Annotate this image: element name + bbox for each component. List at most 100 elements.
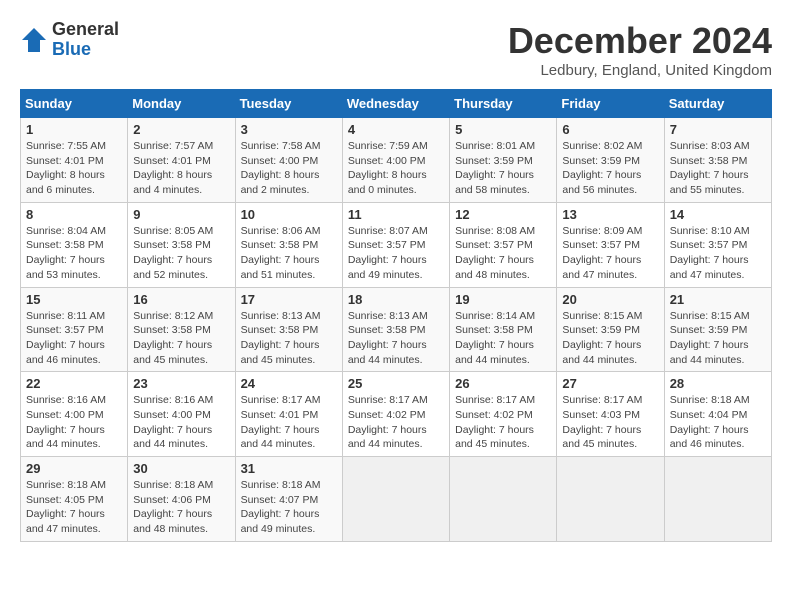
calendar-cell: 23 Sunrise: 8:16 AMSunset: 4:00 PMDaylig… <box>128 372 235 457</box>
day-info: Sunrise: 8:08 AMSunset: 3:57 PMDaylight:… <box>455 225 535 281</box>
day-info: Sunrise: 8:07 AMSunset: 3:57 PMDaylight:… <box>348 225 428 281</box>
location: Ledbury, England, United Kingdom <box>508 62 772 79</box>
day-number: 2 <box>133 122 229 137</box>
weekday-header: Saturday <box>664 90 771 118</box>
logo: General Blue <box>20 20 119 60</box>
logo-blue: Blue <box>52 39 91 59</box>
calendar-cell: 17 Sunrise: 8:13 AMSunset: 3:58 PMDaylig… <box>235 287 342 372</box>
day-number: 28 <box>670 376 766 391</box>
calendar-cell: 22 Sunrise: 8:16 AMSunset: 4:00 PMDaylig… <box>21 372 128 457</box>
calendar-cell: 18 Sunrise: 8:13 AMSunset: 3:58 PMDaylig… <box>342 287 449 372</box>
day-number: 24 <box>241 376 337 391</box>
weekday-header: Thursday <box>450 90 557 118</box>
day-info: Sunrise: 8:18 AMSunset: 4:04 PMDaylight:… <box>670 394 750 450</box>
day-number: 16 <box>133 292 229 307</box>
calendar-cell <box>557 457 664 542</box>
calendar-cell: 15 Sunrise: 8:11 AMSunset: 3:57 PMDaylig… <box>21 287 128 372</box>
day-number: 18 <box>348 292 444 307</box>
day-info: Sunrise: 8:16 AMSunset: 4:00 PMDaylight:… <box>133 394 213 450</box>
day-number: 7 <box>670 122 766 137</box>
calendar-cell: 14 Sunrise: 8:10 AMSunset: 3:57 PMDaylig… <box>664 202 771 287</box>
day-number: 22 <box>26 376 122 391</box>
day-number: 30 <box>133 461 229 476</box>
calendar-cell: 1 Sunrise: 7:55 AMSunset: 4:01 PMDayligh… <box>21 118 128 203</box>
day-info: Sunrise: 8:18 AMSunset: 4:05 PMDaylight:… <box>26 479 106 535</box>
day-number: 6 <box>562 122 658 137</box>
calendar-cell: 24 Sunrise: 8:17 AMSunset: 4:01 PMDaylig… <box>235 372 342 457</box>
day-info: Sunrise: 8:03 AMSunset: 3:58 PMDaylight:… <box>670 140 750 196</box>
weekday-header: Tuesday <box>235 90 342 118</box>
calendar-cell: 11 Sunrise: 8:07 AMSunset: 3:57 PMDaylig… <box>342 202 449 287</box>
calendar-cell <box>664 457 771 542</box>
calendar-cell: 26 Sunrise: 8:17 AMSunset: 4:02 PMDaylig… <box>450 372 557 457</box>
calendar-cell: 30 Sunrise: 8:18 AMSunset: 4:06 PMDaylig… <box>128 457 235 542</box>
calendar-cell: 8 Sunrise: 8:04 AMSunset: 3:58 PMDayligh… <box>21 202 128 287</box>
calendar-cell: 21 Sunrise: 8:15 AMSunset: 3:59 PMDaylig… <box>664 287 771 372</box>
day-number: 12 <box>455 207 551 222</box>
day-number: 5 <box>455 122 551 137</box>
calendar-cell <box>342 457 449 542</box>
calendar-cell: 31 Sunrise: 8:18 AMSunset: 4:07 PMDaylig… <box>235 457 342 542</box>
day-info: Sunrise: 8:05 AMSunset: 3:58 PMDaylight:… <box>133 225 213 281</box>
calendar-header-row: SundayMondayTuesdayWednesdayThursdayFrid… <box>21 90 772 118</box>
day-info: Sunrise: 8:15 AMSunset: 3:59 PMDaylight:… <box>562 310 642 366</box>
day-number: 14 <box>670 207 766 222</box>
month-title: December 2024 <box>508 20 772 62</box>
day-info: Sunrise: 8:04 AMSunset: 3:58 PMDaylight:… <box>26 225 106 281</box>
title-block: December 2024 Ledbury, England, United K… <box>508 20 772 79</box>
day-info: Sunrise: 8:14 AMSunset: 3:58 PMDaylight:… <box>455 310 535 366</box>
page-header: General Blue December 2024 Ledbury, Engl… <box>20 20 772 79</box>
day-number: 20 <box>562 292 658 307</box>
logo-general: General <box>52 19 119 39</box>
calendar-week-row: 29 Sunrise: 8:18 AMSunset: 4:05 PMDaylig… <box>21 457 772 542</box>
calendar-cell: 3 Sunrise: 7:58 AMSunset: 4:00 PMDayligh… <box>235 118 342 203</box>
day-info: Sunrise: 8:09 AMSunset: 3:57 PMDaylight:… <box>562 225 642 281</box>
day-number: 10 <box>241 207 337 222</box>
day-info: Sunrise: 8:16 AMSunset: 4:00 PMDaylight:… <box>26 394 106 450</box>
day-info: Sunrise: 8:18 AMSunset: 4:07 PMDaylight:… <box>241 479 321 535</box>
day-number: 29 <box>26 461 122 476</box>
calendar-cell <box>450 457 557 542</box>
day-info: Sunrise: 8:10 AMSunset: 3:57 PMDaylight:… <box>670 225 750 281</box>
day-info: Sunrise: 8:01 AMSunset: 3:59 PMDaylight:… <box>455 140 535 196</box>
day-info: Sunrise: 8:12 AMSunset: 3:58 PMDaylight:… <box>133 310 213 366</box>
day-info: Sunrise: 7:57 AMSunset: 4:01 PMDaylight:… <box>133 140 213 196</box>
calendar-cell: 16 Sunrise: 8:12 AMSunset: 3:58 PMDaylig… <box>128 287 235 372</box>
calendar-cell: 12 Sunrise: 8:08 AMSunset: 3:57 PMDaylig… <box>450 202 557 287</box>
day-info: Sunrise: 7:58 AMSunset: 4:00 PMDaylight:… <box>241 140 321 196</box>
day-info: Sunrise: 8:11 AMSunset: 3:57 PMDaylight:… <box>26 310 105 366</box>
day-info: Sunrise: 8:18 AMSunset: 4:06 PMDaylight:… <box>133 479 213 535</box>
day-info: Sunrise: 8:17 AMSunset: 4:03 PMDaylight:… <box>562 394 642 450</box>
day-info: Sunrise: 8:13 AMSunset: 3:58 PMDaylight:… <box>241 310 321 366</box>
calendar-week-row: 22 Sunrise: 8:16 AMSunset: 4:00 PMDaylig… <box>21 372 772 457</box>
calendar-cell: 19 Sunrise: 8:14 AMSunset: 3:58 PMDaylig… <box>450 287 557 372</box>
calendar-table: SundayMondayTuesdayWednesdayThursdayFrid… <box>20 89 772 542</box>
calendar-cell: 4 Sunrise: 7:59 AMSunset: 4:00 PMDayligh… <box>342 118 449 203</box>
weekday-header: Friday <box>557 90 664 118</box>
calendar-cell: 9 Sunrise: 8:05 AMSunset: 3:58 PMDayligh… <box>128 202 235 287</box>
calendar-cell: 28 Sunrise: 8:18 AMSunset: 4:04 PMDaylig… <box>664 372 771 457</box>
day-info: Sunrise: 7:55 AMSunset: 4:01 PMDaylight:… <box>26 140 106 196</box>
calendar-cell: 13 Sunrise: 8:09 AMSunset: 3:57 PMDaylig… <box>557 202 664 287</box>
calendar-cell: 6 Sunrise: 8:02 AMSunset: 3:59 PMDayligh… <box>557 118 664 203</box>
day-info: Sunrise: 8:13 AMSunset: 3:58 PMDaylight:… <box>348 310 428 366</box>
day-number: 25 <box>348 376 444 391</box>
weekday-header: Wednesday <box>342 90 449 118</box>
weekday-header: Monday <box>128 90 235 118</box>
day-number: 3 <box>241 122 337 137</box>
day-number: 11 <box>348 207 444 222</box>
calendar-week-row: 15 Sunrise: 8:11 AMSunset: 3:57 PMDaylig… <box>21 287 772 372</box>
calendar-cell: 7 Sunrise: 8:03 AMSunset: 3:58 PMDayligh… <box>664 118 771 203</box>
calendar-cell: 5 Sunrise: 8:01 AMSunset: 3:59 PMDayligh… <box>450 118 557 203</box>
day-number: 19 <box>455 292 551 307</box>
day-number: 4 <box>348 122 444 137</box>
day-info: Sunrise: 7:59 AMSunset: 4:00 PMDaylight:… <box>348 140 428 196</box>
calendar-cell: 2 Sunrise: 7:57 AMSunset: 4:01 PMDayligh… <box>128 118 235 203</box>
logo-text: General Blue <box>52 20 119 60</box>
day-number: 21 <box>670 292 766 307</box>
calendar-cell: 29 Sunrise: 8:18 AMSunset: 4:05 PMDaylig… <box>21 457 128 542</box>
calendar-cell: 27 Sunrise: 8:17 AMSunset: 4:03 PMDaylig… <box>557 372 664 457</box>
calendar-cell: 10 Sunrise: 8:06 AMSunset: 3:58 PMDaylig… <box>235 202 342 287</box>
calendar-cell: 20 Sunrise: 8:15 AMSunset: 3:59 PMDaylig… <box>557 287 664 372</box>
day-number: 27 <box>562 376 658 391</box>
